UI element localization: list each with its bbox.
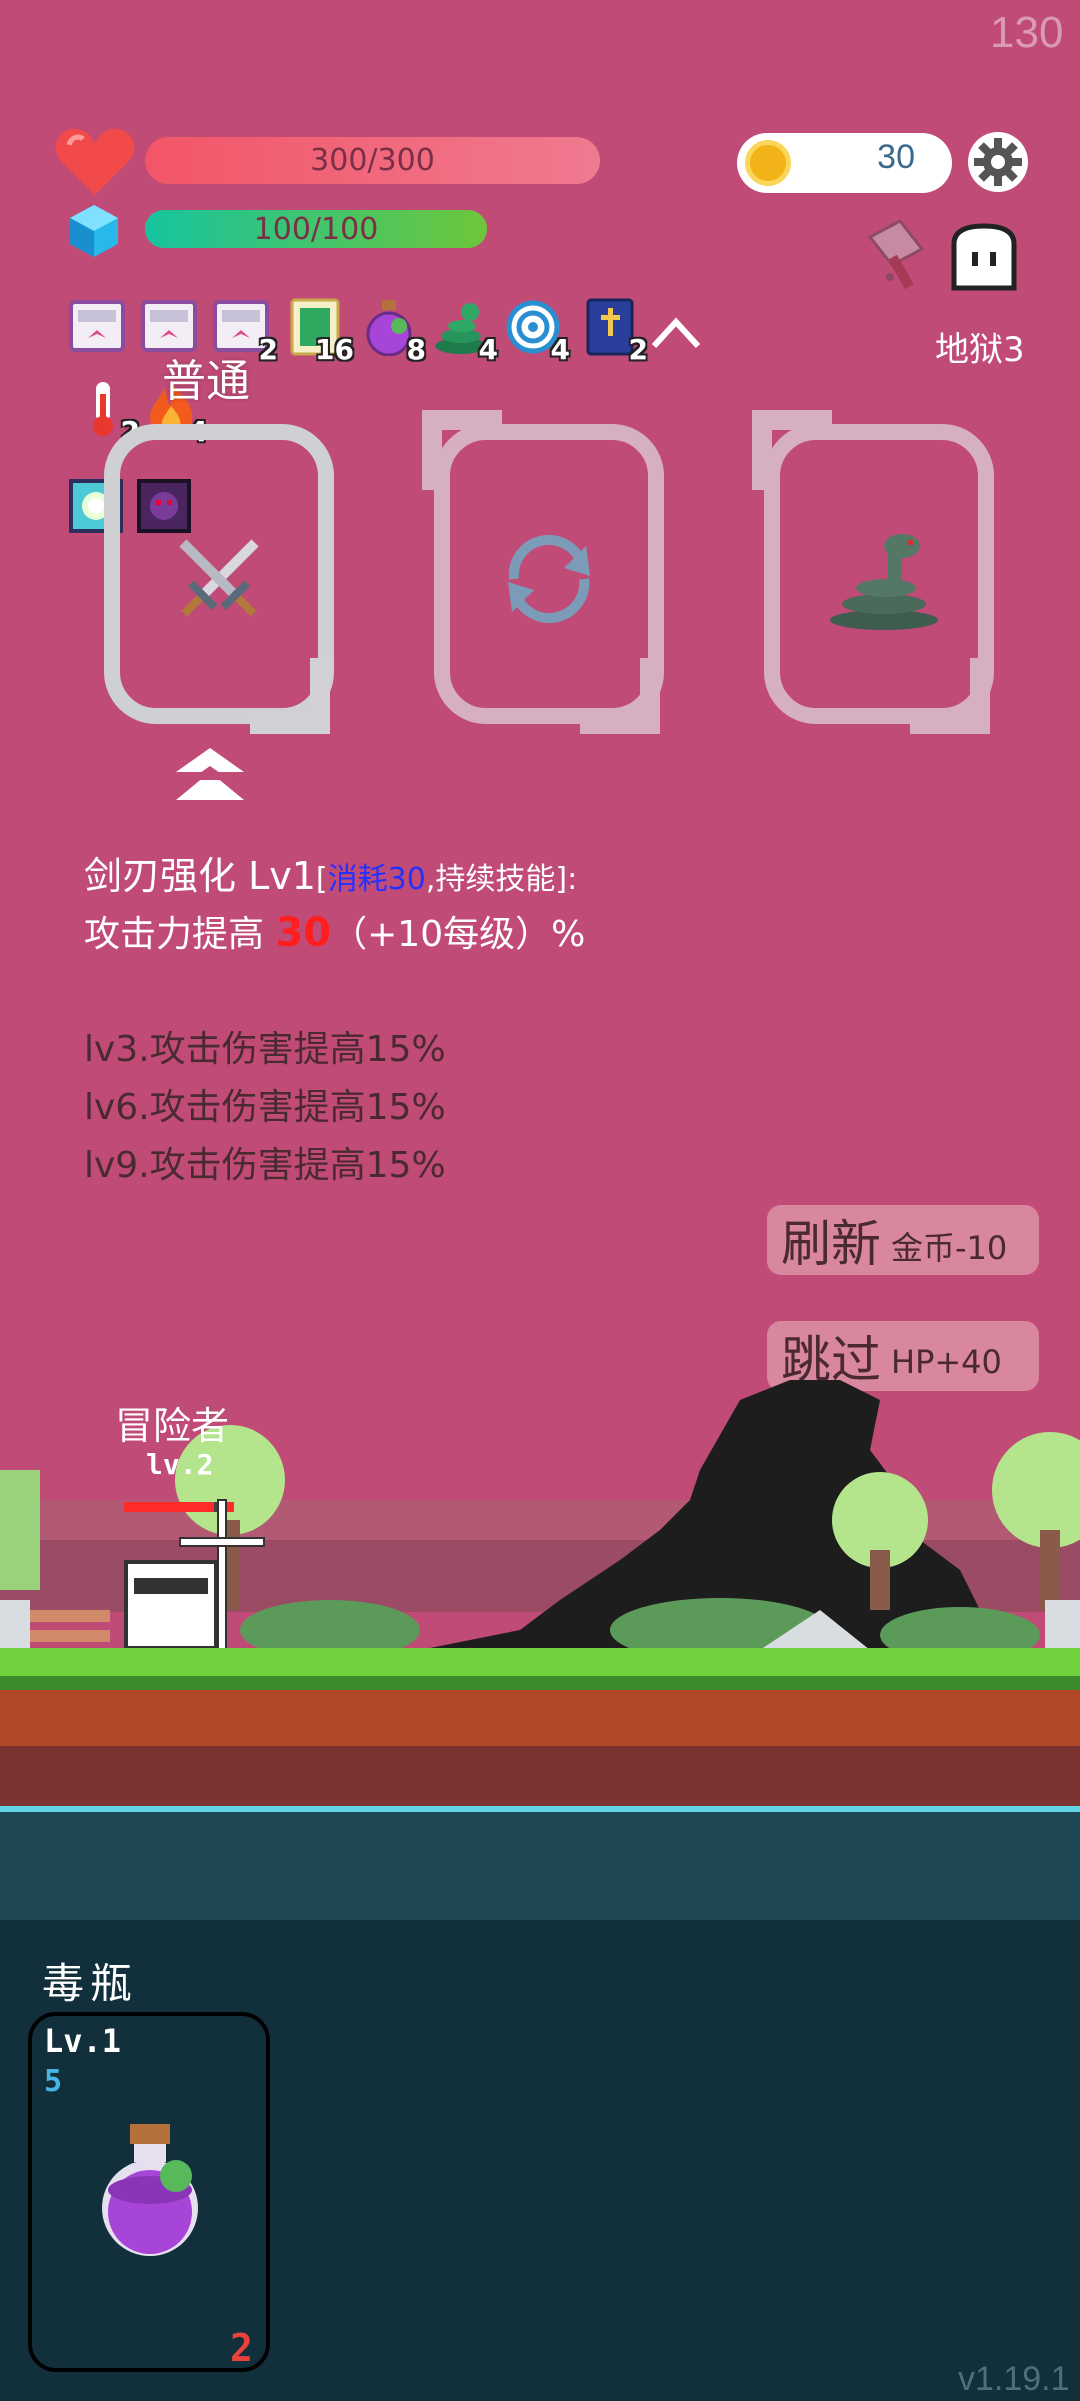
skill-effect-suffix: （+10每级）% bbox=[331, 914, 586, 955]
card-corner-decor bbox=[752, 410, 832, 490]
skill-name: 剑刃强化 Lv1 bbox=[84, 854, 316, 898]
item-value: 5 bbox=[44, 2064, 63, 2099]
card-corner-decor bbox=[422, 410, 502, 490]
purple-potion-icon[interactable]: 8 bbox=[360, 298, 426, 366]
item-level: Lv.1 bbox=[44, 2022, 122, 2060]
crossed-swords-icon bbox=[179, 539, 259, 617]
gear-icon[interactable] bbox=[966, 130, 1030, 194]
coiled-snake-icon bbox=[830, 534, 938, 630]
refresh-cost: 金币-10 bbox=[891, 1229, 1008, 1267]
mp-text: 100/100 bbox=[253, 211, 379, 247]
thermometer-icon: 2 bbox=[74, 380, 140, 448]
skill-sustain: ,持续技能]: bbox=[425, 862, 578, 897]
skill-level-bonus: lv3.攻击伤害提高15% bbox=[84, 1029, 446, 1070]
skill-effect-value: 30 bbox=[275, 910, 332, 956]
item-title: 毒瓶 bbox=[42, 1959, 139, 2008]
coin-value: 30 bbox=[877, 138, 915, 176]
version-label: v1.19.1 bbox=[958, 2360, 1070, 2398]
mp-bar: 100/100 bbox=[145, 210, 487, 248]
ghost-icon[interactable] bbox=[948, 222, 1020, 294]
green-book-icon[interactable]: 16 bbox=[288, 298, 354, 366]
hp-bar: 300/300 bbox=[145, 137, 600, 184]
card-corner-decor bbox=[250, 658, 330, 734]
fps-counter: 130 bbox=[990, 8, 1064, 57]
hp-text: 300/300 bbox=[310, 143, 435, 178]
skill-effect: 攻击力提高 30（+10每级）% bbox=[84, 905, 585, 957]
item-count: 2 bbox=[230, 2326, 253, 2370]
heart-icon bbox=[55, 128, 135, 195]
selected-arrow-icon bbox=[176, 748, 244, 800]
ribbon-card-icon[interactable] bbox=[68, 298, 126, 356]
card-corner-decor bbox=[580, 658, 660, 734]
gold-coin-icon bbox=[745, 140, 791, 186]
skill-effect-prefix: 攻击力提高 bbox=[84, 914, 276, 955]
mana-gem-icon bbox=[70, 205, 118, 257]
skill-title: 剑刃强化 Lv1[消耗30,持续技能]: bbox=[84, 845, 577, 900]
refresh-cycle-icon bbox=[508, 534, 590, 624]
skill-bracket: [ bbox=[315, 862, 328, 897]
poison-bottle-icon bbox=[102, 2124, 198, 2256]
card-rarity-label: 普通 bbox=[162, 356, 250, 407]
cleaver-icon[interactable] bbox=[860, 215, 940, 295]
skill-level-bonus: lv9.攻击伤害提高15% bbox=[84, 1145, 446, 1186]
target-icon[interactable]: 4 bbox=[504, 298, 570, 366]
refresh-label: 刷新 bbox=[781, 1215, 881, 1273]
skill-level-bonus: lv6.攻击伤害提高15% bbox=[84, 1087, 446, 1128]
card-corner-decor bbox=[910, 658, 990, 734]
skill-cost: 消耗30 bbox=[327, 862, 426, 897]
floor-label: 地狱3 bbox=[935, 330, 1025, 370]
refresh-button[interactable]: 刷新 金币-10 bbox=[767, 1205, 1039, 1275]
hero-name: 冒险者 bbox=[115, 1404, 230, 1448]
blue-bible-icon[interactable]: 2 bbox=[582, 298, 648, 366]
green-snake-icon[interactable]: 4 bbox=[432, 298, 498, 366]
chevron-up-icon[interactable] bbox=[648, 312, 704, 352]
hero-level: lv.2 bbox=[146, 1448, 214, 1481]
